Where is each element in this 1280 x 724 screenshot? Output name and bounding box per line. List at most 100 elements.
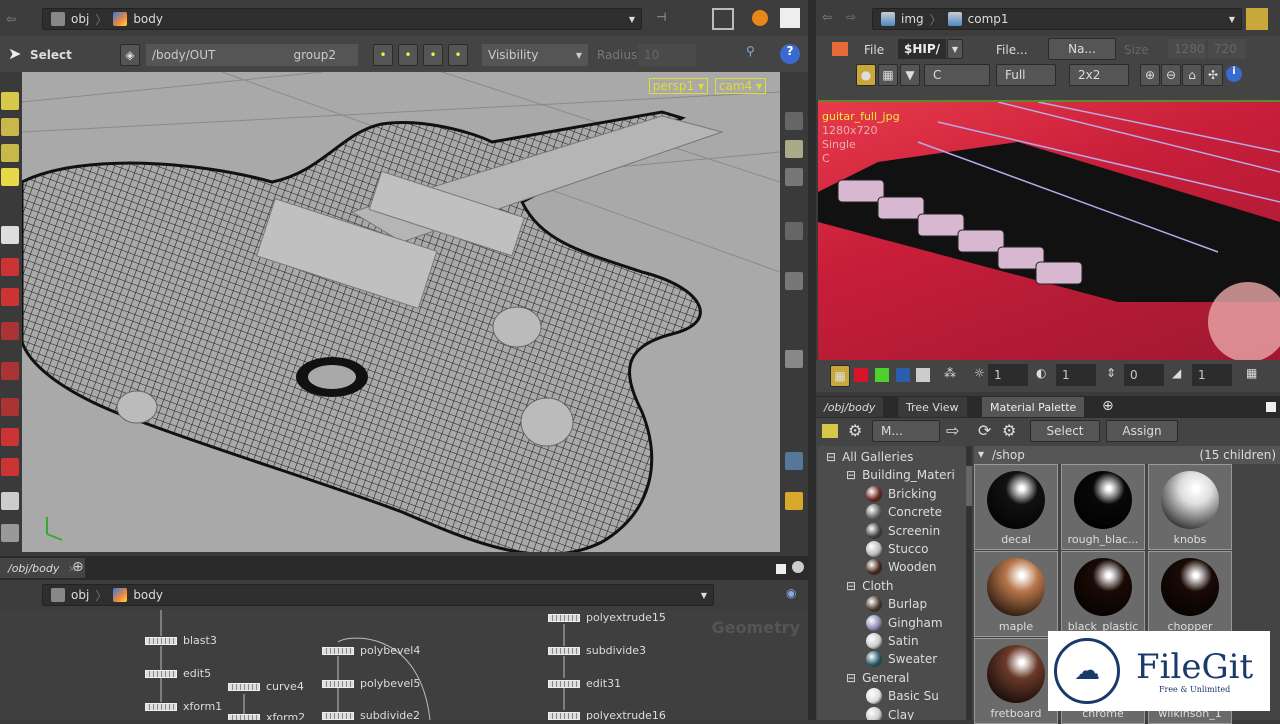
gallery-filter-select[interactable]: M...	[872, 420, 940, 442]
breadcrumb-body[interactable]: body	[133, 588, 163, 602]
back-arrow-icon[interactable]: ⇦	[822, 10, 832, 24]
gallery-item[interactable]: Gingham	[866, 614, 943, 632]
alpha-channel-icon[interactable]	[916, 368, 930, 382]
render-ball-icon[interactable]	[752, 10, 768, 26]
select-vertices-icon[interactable]: •	[448, 44, 468, 66]
tool-icon[interactable]	[1, 258, 19, 276]
gallery-item[interactable]: Screenin	[866, 522, 940, 540]
radius-field[interactable]: 10	[638, 44, 696, 66]
zoom-out-icon[interactable]: ⊖	[1161, 64, 1181, 86]
new-folder-icon[interactable]	[822, 424, 838, 438]
maximize-icon[interactable]	[1266, 402, 1276, 412]
node-edit31[interactable]: edit31	[548, 677, 621, 690]
monitor-icon[interactable]: ▼	[900, 64, 920, 86]
maximize-icon[interactable]	[776, 564, 786, 574]
node-polybevel4[interactable]: polybevel4	[322, 644, 420, 657]
gallery-item[interactable]: ⊟ General	[846, 669, 909, 687]
gallery-item[interactable]: Bricking	[866, 485, 937, 503]
tool-icon[interactable]	[1, 168, 19, 186]
select-prims-icon[interactable]: •	[423, 44, 443, 66]
material-thumbnail[interactable]: fretboard	[974, 638, 1058, 724]
node-curve4[interactable]: curve4	[228, 680, 304, 693]
zoom-in-icon[interactable]: ⊕	[1140, 64, 1160, 86]
tool-icon[interactable]	[1, 322, 19, 340]
refresh-icon[interactable]: ⟳	[978, 421, 991, 440]
gallery-item[interactable]: Stucco	[866, 540, 928, 558]
display-option-icon[interactable]	[785, 350, 803, 368]
node-polyextrude15[interactable]: polyextrude15	[548, 611, 666, 624]
pane-menu-icon[interactable]	[792, 561, 804, 573]
gallery-item[interactable]: Concrete	[866, 503, 942, 521]
channel-select[interactable]: C	[924, 64, 990, 86]
display-option-icon[interactable]	[785, 492, 803, 510]
selection-type-button[interactable]: ◈	[120, 44, 140, 66]
node-blast3[interactable]: blast3	[145, 634, 217, 647]
group-path-field[interactable]: /body/OUT group2	[146, 44, 358, 66]
forward-arrow-icon[interactable]: ⇨	[846, 10, 856, 24]
node-xform2[interactable]: xform2	[228, 711, 305, 720]
info-icon[interactable]: i	[1226, 66, 1242, 82]
node-xform1[interactable]: xform1	[145, 700, 222, 713]
file-browse-button[interactable]: File...	[996, 43, 1028, 57]
persp-camera-menu[interactable]: persp1 ▾	[648, 78, 708, 94]
transfer-arrow-icon[interactable]: ⇨	[946, 421, 959, 440]
blue-channel-icon[interactable]	[896, 368, 910, 382]
red-channel-icon[interactable]	[854, 368, 868, 382]
gamma-field[interactable]: 1	[1192, 364, 1232, 386]
display-option-icon[interactable]	[785, 222, 803, 240]
size-height-field[interactable]: 720	[1208, 39, 1246, 59]
material-thumbnail[interactable]: knobs	[1148, 464, 1232, 550]
tool-icon[interactable]	[1, 118, 19, 136]
tool-icon[interactable]	[1, 92, 19, 110]
node-polyextrude16[interactable]: polyextrude16	[548, 709, 666, 720]
green-channel-icon[interactable]	[875, 368, 889, 382]
tiles-select[interactable]: 2x2	[1069, 64, 1129, 86]
breadcrumb-img[interactable]: img	[901, 12, 924, 26]
breadcrumb-obj[interactable]: obj	[71, 588, 89, 602]
gallery-item[interactable]: Basic Su	[866, 687, 939, 705]
display-mode-icon[interactable]: ●	[856, 64, 876, 86]
size-width-field[interactable]: 1280	[1168, 39, 1206, 59]
file-icon[interactable]	[832, 42, 848, 56]
node-edit5[interactable]: edit5	[145, 667, 211, 680]
help-icon[interactable]: ?	[780, 44, 800, 64]
pin-icon[interactable]	[1246, 8, 1268, 30]
tool-icon[interactable]	[1, 492, 19, 510]
tool-icon[interactable]	[1, 362, 19, 380]
network-breadcrumb[interactable]: obj 〉 body ▼	[42, 584, 714, 606]
add-tab-icon[interactable]: ⊕	[72, 559, 84, 575]
gear-icon[interactable]: ⚙	[848, 421, 862, 440]
tool-icon[interactable]	[1, 524, 19, 542]
3d-viewport[interactable]: persp1 ▾ cam4 ▾	[22, 72, 780, 552]
tool-icon[interactable]	[1, 428, 19, 446]
gallery-item[interactable]: Burlap	[866, 595, 927, 613]
back-arrow-icon[interactable]: ⇦	[6, 12, 16, 26]
tab-obj-body[interactable]: /obj/body	[816, 397, 884, 417]
name-select[interactable]: Na...	[1048, 38, 1116, 60]
collapse-arrow-icon[interactable]: ▾	[978, 447, 984, 461]
all-channels-icon[interactable]: ▦	[830, 365, 850, 387]
chevron-down-icon[interactable]: ▼	[947, 39, 963, 59]
frame-icon[interactable]: ✣	[1203, 64, 1223, 86]
tool-icon[interactable]	[1, 288, 19, 306]
brightness-field[interactable]: 1	[988, 364, 1028, 386]
collapse-icon[interactable]: ⊟	[846, 468, 856, 482]
node-subdivide3[interactable]: subdivide3	[548, 644, 646, 657]
options-icon[interactable]: ⁂	[944, 366, 956, 380]
tool-icon[interactable]	[1, 458, 19, 476]
home-icon[interactable]: ⌂	[1182, 64, 1202, 86]
add-tab-icon[interactable]: ⊕	[1102, 398, 1114, 414]
node-subdivide2[interactable]: subdivide2	[322, 709, 420, 720]
tool-icon[interactable]	[1, 144, 19, 162]
collapse-icon[interactable]: ⊟	[846, 579, 856, 593]
display-option-icon[interactable]	[785, 140, 803, 158]
display-option-icon[interactable]	[785, 452, 803, 470]
assign-button[interactable]: Assign	[1106, 420, 1178, 442]
offset-field[interactable]: 0	[1124, 364, 1164, 386]
network-editor[interactable]: Geometry blast3 edit5 xform1 curve4 xfor…	[0, 610, 808, 720]
image-breadcrumb[interactable]: img 〉 comp1 ▼	[872, 8, 1242, 30]
gallery-item[interactable]: Wooden	[866, 558, 936, 576]
tab-tree-view[interactable]: Tree View	[898, 397, 967, 417]
gallery-item[interactable]: Sweater	[866, 650, 937, 668]
chevron-down-icon[interactable]: ▼	[701, 591, 707, 600]
